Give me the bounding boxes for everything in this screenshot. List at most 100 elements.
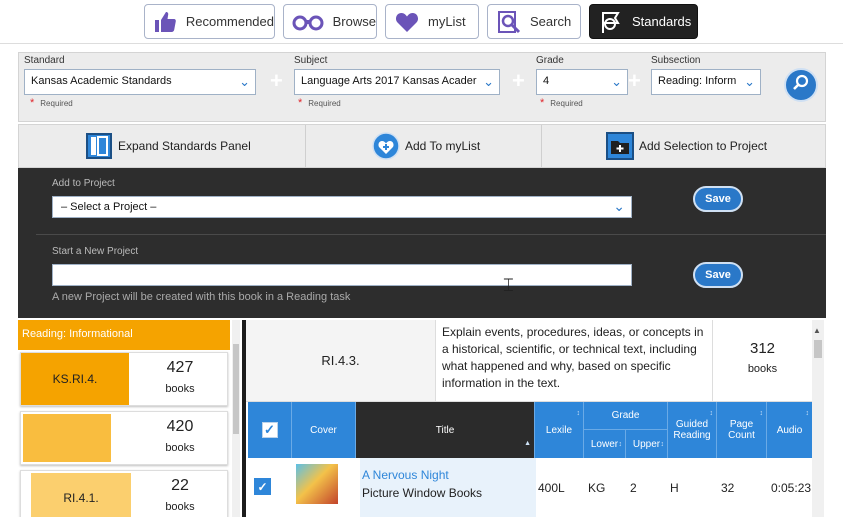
book-title-link[interactable]: A Nervous Night [362,468,449,482]
nav-search-button[interactable]: Search [487,4,581,39]
required-note: * Required [30,97,73,109]
new-project-input[interactable] [52,264,632,286]
standards-list: Reading: Informational KS.RI.4. 427 book… [18,320,242,517]
select-all-checkbox[interactable]: ✓ [261,422,278,438]
standard-card-code: RI.4.1. [31,473,131,517]
standard-select[interactable]: Kansas Academic Standards ⌄ [24,69,256,95]
grade-select[interactable]: 4 ⌄ [536,69,628,95]
standard-card-count: 22 [171,477,189,494]
row-checkbox[interactable]: ✓ [254,478,271,495]
add-to-mylist-label: Add To myList [405,139,481,153]
subsection-select[interactable]: Reading: Inform ⌄ [651,69,761,95]
left-scrollbar[interactable] [232,320,240,517]
selected-standard-count-box: 312 books [712,320,812,401]
add-selection-to-project-button[interactable]: Add Selection to Project [606,125,767,167]
standard-card-count: 427 [166,359,194,376]
plus-icon: + [270,68,283,93]
standard-card-unit: books [165,501,195,513]
grade-select-value: 4 [543,75,550,87]
title-header[interactable]: Title ▲ [356,402,535,458]
plus-icon: + [628,68,641,93]
standards-list-header: Reading: Informational [18,320,230,350]
sort-icon: ▲ [524,440,531,447]
selected-standard-code: RI.4.3. [246,320,436,401]
sort-icon: ↕ [576,410,581,417]
select-all-header: ✓ [248,402,292,458]
divider [541,125,542,167]
expand-standards-panel-button[interactable]: Expand Standards Panel [85,125,251,167]
search-button[interactable] [784,68,818,102]
page-count-header[interactable]: Page Count ↕ [717,402,767,458]
divider [305,125,306,167]
magnifier-book-icon [496,9,522,35]
guided-reading-header[interactable]: Guided Reading ↕ [668,402,717,458]
search-icon [792,74,810,97]
nav-mylist-label: myList [428,14,466,29]
chevron-down-icon: ⌄ [611,74,622,89]
add-to-project-label: Add to Project [52,178,115,189]
sort-icon: ↕ [759,410,764,417]
cover-header: Cover [292,402,356,458]
selected-standard: RI.4.3. Explain events, procedures, idea… [246,320,812,402]
subsection-select-value: Reading: Inform [658,75,737,87]
sort-icon: ↕ [805,410,810,417]
book-cover-image[interactable] [296,464,338,504]
standard-card[interactable]: KS.RI.4. 427 books [20,352,228,406]
grade-header: Grade [584,402,668,430]
nav-standards-label: Standards [632,14,692,29]
standard-card-unit: books [165,383,195,395]
plus-icon: + [512,68,525,93]
required-note: * Required [540,97,583,109]
scroll-up-icon[interactable]: ▲ [813,326,821,335]
selected-standard-description: Explain events, procedures, ideas, or co… [442,325,704,390]
sort-icon: ↕ [618,440,623,448]
subject-select[interactable]: Language Arts 2017 Kansas Acader ⌄ [294,69,500,95]
scrollbar-thumb[interactable] [233,344,239,434]
standard-card-code: KS.RI.4. [21,353,129,405]
table-row[interactable]: ✓ A Nervous Night Picture Window Books 4… [248,458,812,517]
grade-upper-cell: 2 [630,480,637,495]
chevron-down-icon: ⌄ [744,74,755,89]
nav-standards-button[interactable]: Standards [589,4,698,39]
chevron-down-icon: ⌄ [239,74,250,89]
audio-cell: 0:05:23 [771,480,812,495]
save-new-project-button[interactable]: Save [693,262,743,288]
new-project-note: A new Project will be created with this … [52,291,351,303]
nav-recommended-button[interactable]: Recommended [144,4,275,39]
upper-header[interactable]: Upper ↕ [626,430,668,458]
lexile-header[interactable]: Lexile ↕ [535,402,584,458]
sort-icon: ↕ [709,410,714,417]
standard-card[interactable]: RI.4.1. 22 books [20,470,228,517]
selected-standard-unit: books [747,363,778,375]
standard-card-unit: books [165,442,195,454]
book-table-header: ✓ Cover Title ▲ Lexile ↕ Grade Lower ↕ Uppe… [248,402,812,458]
top-nav: Recommended Browse myList Search Standar… [0,0,843,44]
divider [36,234,826,235]
subject-label: Subject [294,55,328,66]
heart-plus-icon [372,132,400,160]
lexile-cell: 400L [538,480,565,495]
expand-panel-icon [85,132,113,160]
standard-label: Standard [24,55,65,66]
save-project-button[interactable]: Save [693,186,743,212]
standard-card[interactable]: 420 books [20,411,228,465]
heart-icon [394,9,420,35]
nav-browse-button[interactable]: Browse [283,4,377,39]
page-count-cell: 32 [721,480,735,495]
sort-icon: ↕ [660,440,665,448]
expand-standards-panel-label: Expand Standards Panel [118,139,251,153]
project-select[interactable]: – Select a Project – ⌄ [52,196,632,218]
nav-mylist-button[interactable]: myList [385,4,479,39]
nav-recommended-label: Recommended [185,14,274,29]
scrollbar-thumb[interactable] [814,340,822,358]
grade-label: Grade [536,55,564,66]
right-scrollbar[interactable]: ▲ [812,320,824,517]
lower-header[interactable]: Lower ↕ [584,430,626,458]
guided-reading-cell: H [670,480,679,495]
book-publisher: Picture Window Books [362,486,483,500]
flag-icon [598,9,624,35]
standard-card-code [23,414,111,462]
audio-header[interactable]: Audio ↕ [767,402,812,458]
add-to-mylist-button[interactable]: Add To myList [372,125,480,167]
add-selection-to-project-label: Add Selection to Project [639,139,768,153]
